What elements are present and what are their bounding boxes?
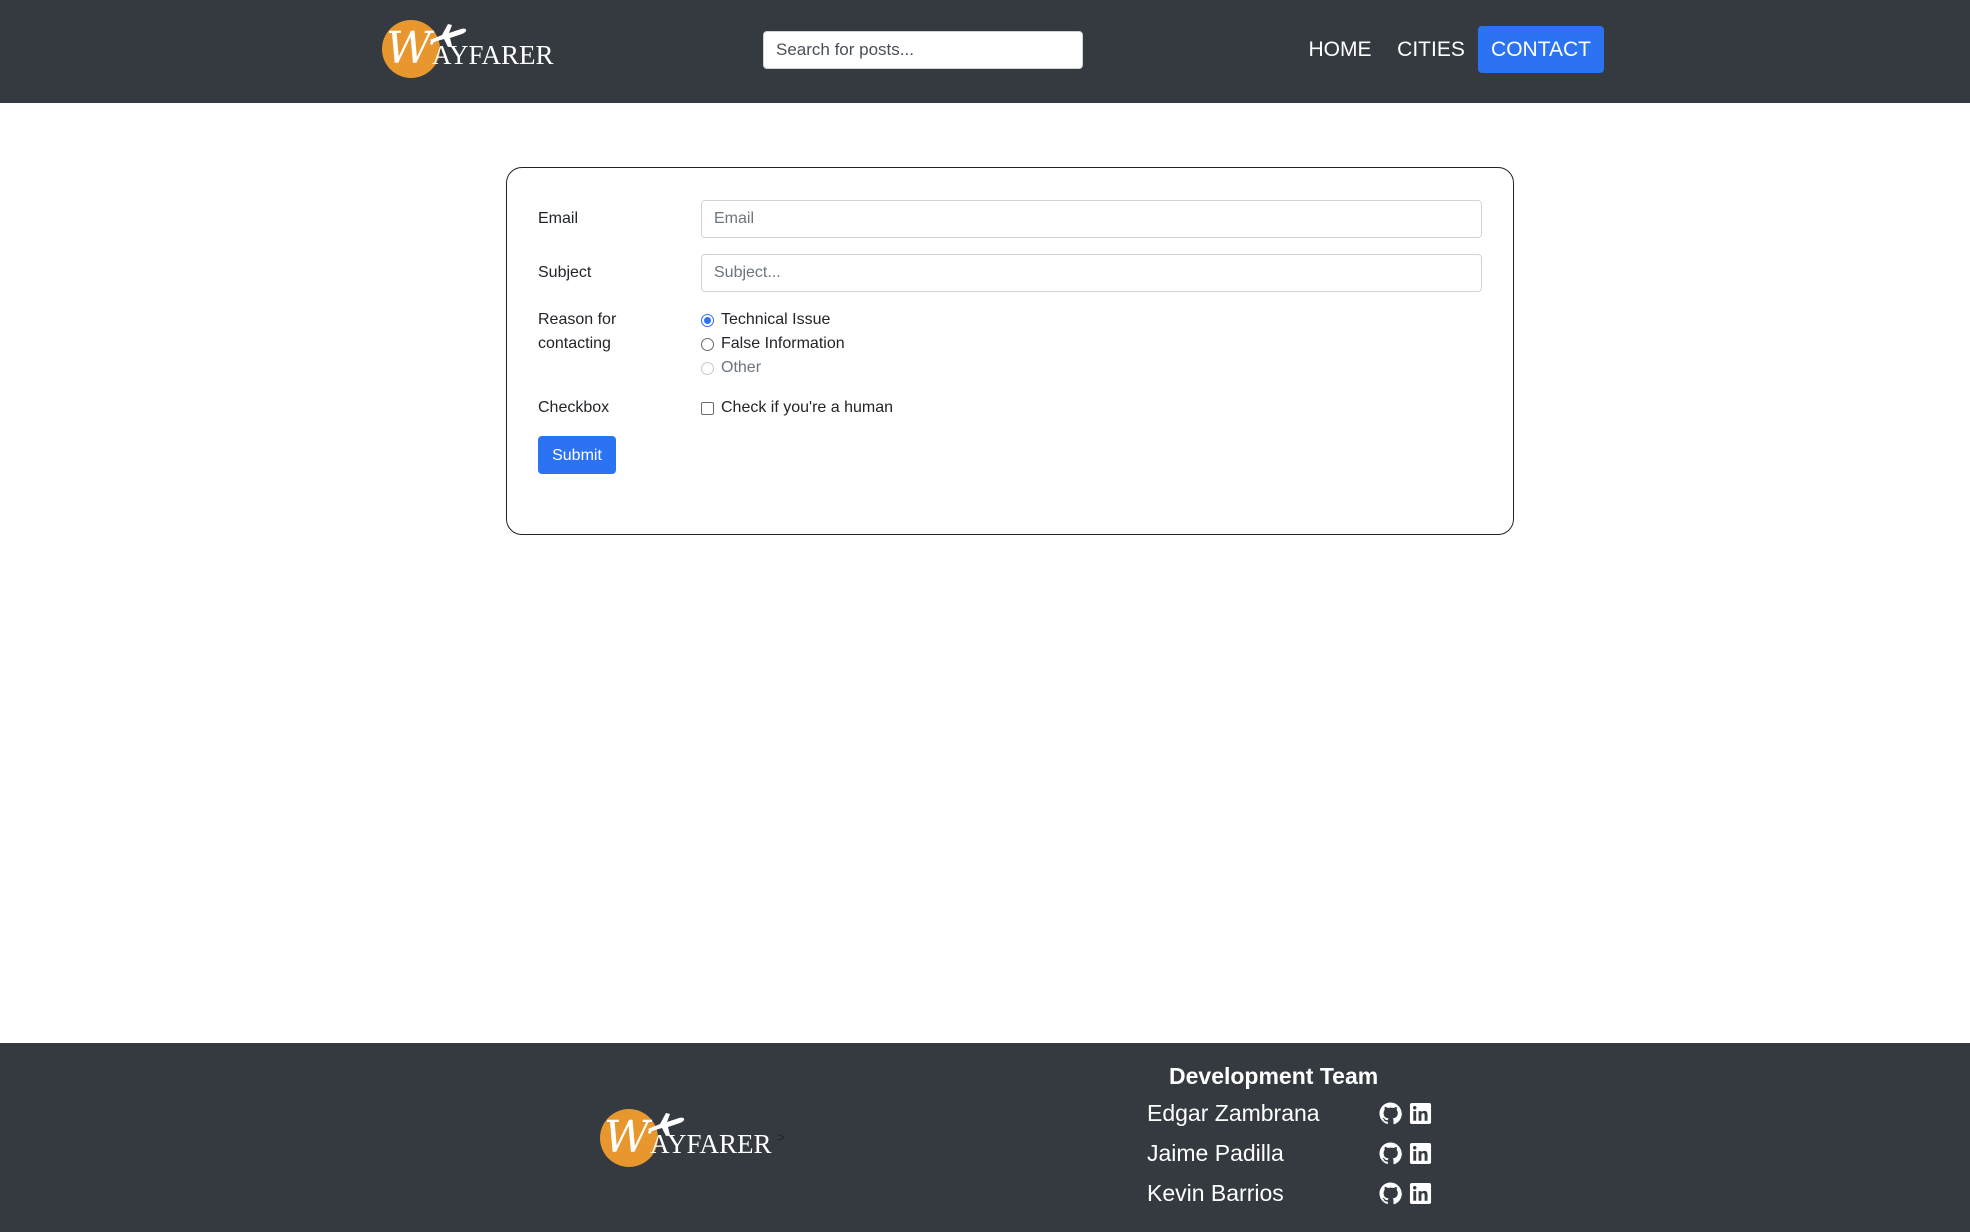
reason-option-technical[interactable]: Technical Issue: [701, 308, 830, 332]
logo-wordmark: AYFARER: [650, 1129, 772, 1159]
email-field[interactable]: [701, 200, 1482, 238]
linkedin-icon[interactable]: [1409, 1142, 1432, 1165]
stray-text: >: [777, 1129, 786, 1145]
checkbox-label: Checkbox: [538, 399, 610, 416]
human-checkbox[interactable]: [701, 401, 714, 415]
reason-label-line2: contacting: [538, 335, 611, 352]
radio-button-disabled: [701, 361, 714, 375]
logo-initial: W: [386, 23, 432, 74]
radio-button-checked[interactable]: [701, 313, 714, 327]
logo-initial: W: [604, 1112, 650, 1163]
github-icon[interactable]: [1379, 1142, 1402, 1165]
nav-link-contact[interactable]: CONTACT: [1478, 26, 1604, 73]
member-name: Edgar Zambrana: [1147, 1100, 1320, 1126]
team-title: Development Team: [1169, 1063, 1379, 1089]
search-input[interactable]: [763, 31, 1083, 69]
reason-option-label: False Information: [721, 335, 845, 352]
navbar: W AYFARER HOME CITIES CONTACT: [0, 0, 1970, 103]
radio-button[interactable]: [701, 337, 714, 351]
human-checkbox-label: Check if you're a human: [721, 399, 894, 416]
linkedin-icon[interactable]: [1409, 1102, 1432, 1125]
human-checkbox-row[interactable]: Check if you're a human: [701, 396, 893, 420]
linkedin-icon[interactable]: [1409, 1182, 1432, 1205]
footer-brand-logo[interactable]: W AYFARER: [600, 1107, 772, 1169]
nav-link-home[interactable]: HOME: [1300, 26, 1380, 73]
brand-logo[interactable]: W AYFARER: [382, 18, 554, 80]
footer: W AYFARER > Development Team Edgar Zambr…: [0, 1043, 1970, 1232]
member-name: Jaime Padilla: [1147, 1140, 1284, 1166]
reason-option-label: Other: [721, 359, 762, 376]
email-label: Email: [538, 210, 579, 227]
logo-wordmark: AYFARER: [432, 40, 554, 70]
reason-option-other: Other: [701, 356, 761, 380]
subject-label: Subject: [538, 264, 592, 281]
submit-button[interactable]: Submit: [538, 436, 616, 474]
subject-field[interactable]: [701, 254, 1482, 292]
github-icon[interactable]: [1379, 1182, 1402, 1205]
reason-option-false-info[interactable]: False Information: [701, 332, 845, 356]
team-member: Edgar Zambrana: [1147, 1095, 1447, 1131]
nav-link-cities[interactable]: CITIES: [1395, 26, 1467, 73]
member-name: Kevin Barrios: [1147, 1180, 1284, 1206]
team-member: Jaime Padilla: [1147, 1135, 1447, 1171]
github-icon[interactable]: [1379, 1102, 1402, 1125]
reason-option-label: Technical Issue: [721, 311, 831, 328]
reason-label-line1: Reason for: [538, 311, 617, 328]
team-member: Kevin Barrios: [1147, 1175, 1447, 1211]
